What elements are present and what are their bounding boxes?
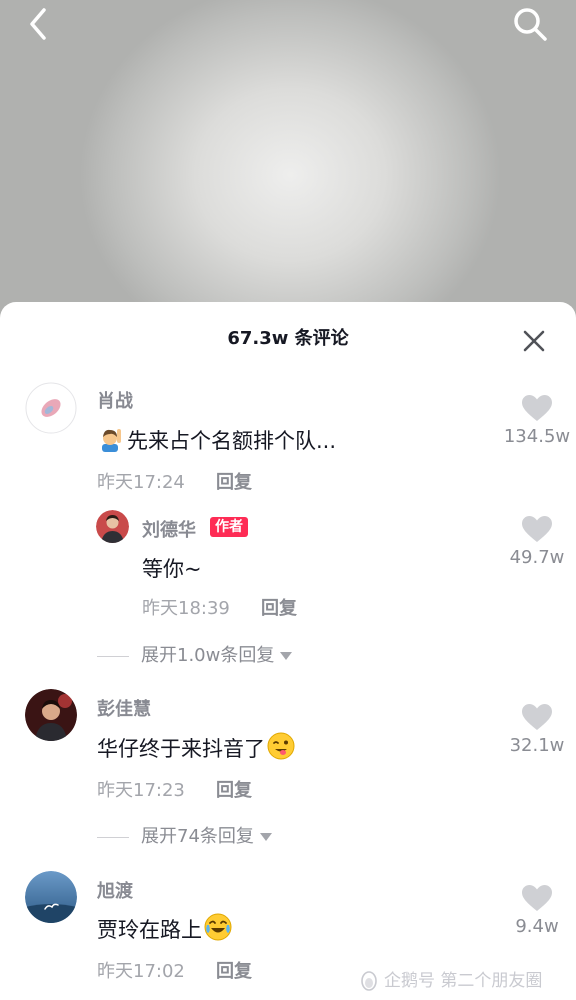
like-button[interactable]: 134.5w — [497, 394, 576, 447]
caret-down-icon — [259, 833, 272, 841]
heart-icon — [522, 516, 552, 542]
reply-button[interactable]: 回复 — [261, 594, 297, 620]
comment-text-body: 贾玲在路上 — [97, 918, 202, 942]
heart-icon — [522, 885, 552, 911]
video-background — [0, 0, 576, 320]
comment-time: 昨天17:23 — [97, 780, 185, 801]
search-button[interactable] — [510, 4, 550, 44]
close-button[interactable] — [520, 327, 548, 355]
reply-text: 等你~ — [142, 557, 202, 581]
like-count: 32.1w — [509, 735, 565, 756]
comment-username[interactable]: 彭佳慧 — [97, 695, 151, 721]
back-button[interactable] — [18, 4, 58, 44]
reply-button[interactable]: 回复 — [216, 468, 252, 494]
divider — [97, 836, 129, 838]
raising-hand-person-emoji — [99, 426, 125, 457]
comment-text-body: 华仔终于来抖音了 — [97, 737, 265, 761]
comment-text-body: 先来占个名额排个队... — [127, 429, 337, 453]
chevron-left-icon — [30, 8, 46, 40]
reply-button[interactable]: 回复 — [216, 957, 252, 983]
comment-time: 昨天17:24 — [97, 472, 185, 493]
penguin-logo-icon — [361, 971, 377, 991]
author-badge: 作者 — [210, 517, 248, 537]
watermark-text: 企鹅号 第二个朋友圈 — [384, 971, 543, 991]
crying-laughing-emoji — [204, 913, 232, 946]
like-count: 134.5w — [503, 426, 571, 447]
like-count: 49.7w — [509, 547, 565, 568]
avatar[interactable] — [25, 689, 77, 741]
reply-avatar[interactable] — [96, 510, 129, 543]
caret-down-icon — [280, 652, 293, 660]
expand-replies-label: 展开1.0w条回复 — [141, 645, 275, 666]
avatar[interactable] — [25, 871, 77, 923]
like-button[interactable]: 32.1w — [497, 703, 576, 756]
heart-icon — [522, 395, 552, 421]
like-count: 9.4w — [515, 916, 559, 937]
expand-replies-label: 展开74条回复 — [141, 826, 254, 847]
comment-username[interactable]: 旭渡 — [97, 877, 133, 903]
reply-time: 昨天18:39 — [142, 598, 230, 619]
close-icon — [523, 330, 545, 352]
divider — [97, 655, 129, 657]
wink-tongue-emoji — [267, 732, 295, 765]
search-icon — [514, 8, 547, 41]
comment-text: 贾玲在路上 — [97, 913, 234, 946]
comment-text: 华仔终于来抖音了 — [97, 732, 297, 765]
comment-count-title: 67.3w 条评论 — [227, 328, 349, 349]
reply-username[interactable]: 刘德华 — [142, 516, 196, 542]
heart-icon — [522, 704, 552, 730]
comment-text: 先来占个名额排个队... — [97, 425, 336, 457]
watermark: 企鹅号 第二个朋友圈 — [358, 966, 542, 991]
reply-like-button[interactable]: 49.7w — [497, 515, 576, 568]
expand-replies-button[interactable]: 展开1.0w条回复 — [97, 641, 293, 667]
comment-time: 昨天17:02 — [97, 961, 185, 982]
like-button[interactable]: 9.4w — [497, 884, 576, 937]
reply-button[interactable]: 回复 — [216, 776, 252, 802]
expand-replies-button[interactable]: 展开74条回复 — [97, 822, 272, 848]
comment-username[interactable]: 肖战 — [97, 387, 133, 413]
avatar[interactable] — [25, 382, 77, 434]
